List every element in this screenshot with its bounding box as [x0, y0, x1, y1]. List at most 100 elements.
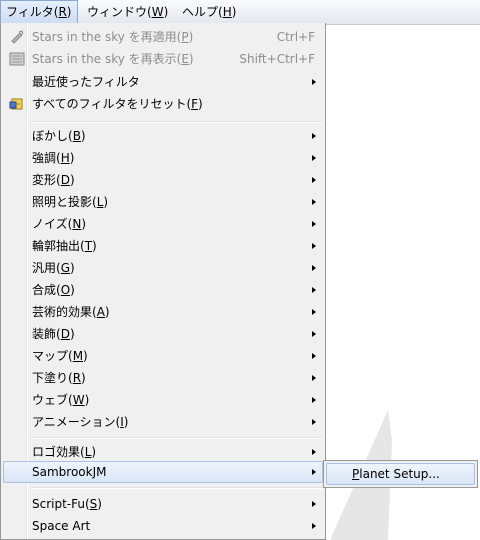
menubar: フィルタ(R) ウィンドウ(W) ヘルプ(H): [0, 0, 480, 25]
menu-item-enhance[interactable]: 強調(H): [3, 147, 323, 169]
animation-tail: ): [123, 415, 129, 429]
reshow-shortcut: Shift+Ctrl+F: [239, 52, 315, 66]
submenu-arrow-icon: [312, 243, 316, 249]
menu-item-map[interactable]: マップ(M): [3, 345, 323, 367]
menu-item-reset-filters[interactable]: すべてのフィルタをリセット(F): [3, 93, 323, 115]
menu-help-label: ヘルプ(: [182, 5, 223, 19]
reapply-tail: ): [188, 30, 194, 44]
reshow-icon: [9, 51, 25, 67]
reapply-shortcut: Ctrl+F: [276, 30, 315, 44]
submenu-arrow-icon: [312, 523, 316, 529]
generic-key: G: [60, 261, 70, 275]
generic-tail: ): [70, 261, 75, 275]
submenu-arrow-icon: [312, 419, 316, 425]
submenu-arrow-icon: [312, 79, 316, 85]
combine-key: O: [60, 283, 71, 297]
reshow-tail: ): [188, 52, 194, 66]
enhance-tail: ): [69, 151, 75, 165]
blur-key: B: [72, 129, 81, 143]
scriptfu-tail: ): [97, 497, 102, 511]
menu-item-noise[interactable]: ノイズ(N): [3, 213, 323, 235]
enhance-label: 強調(: [32, 151, 61, 165]
map-label: マップ(: [32, 349, 73, 363]
menu-help-key: H: [222, 5, 232, 19]
menu-item-edge-detect[interactable]: 輪郭抽出(T): [3, 235, 323, 257]
submenu-arrow-icon: [312, 397, 316, 403]
menu-help-tail: ): [231, 5, 237, 19]
blur-label: ぼかし(: [32, 129, 73, 143]
menu-separator: [31, 487, 323, 489]
menu-item-sambrookjm[interactable]: SambrookJM: [3, 461, 323, 483]
map-key: M: [72, 349, 84, 363]
menu-item-planet-setup[interactable]: Planet Setup...: [326, 463, 475, 485]
menu-windows-tail: ): [163, 5, 169, 19]
render-key: R: [72, 371, 82, 385]
reset-label: すべてのフィルタをリセット(: [32, 97, 192, 111]
recent-filters-label: 最近使ったフィルタ: [32, 75, 140, 89]
enhance-key: H: [60, 151, 70, 165]
menu-filters-tail: ): [66, 5, 72, 19]
submenu-arrow-icon: [312, 221, 316, 227]
menu-item-render[interactable]: 下塗り(R): [3, 367, 323, 389]
planet-label: lanet Setup...: [359, 467, 440, 481]
web-key: W: [72, 393, 85, 407]
menu-item-space-art[interactable]: Space Art: [3, 515, 323, 537]
combine-label: 合成(: [32, 283, 61, 297]
decor-tail: ): [69, 327, 75, 341]
menu-item-reshow[interactable]: Stars in the sky を再表示(E) Shift+Ctrl+F: [3, 48, 323, 70]
edge-key: T: [84, 239, 93, 253]
noise-label: ノイズ(: [32, 217, 73, 231]
noise-tail: ): [81, 217, 86, 231]
generic-label: 汎用(: [32, 261, 61, 275]
menu-separator: [31, 121, 323, 123]
reshow-key: E: [181, 52, 189, 66]
edge-tail: ): [92, 239, 97, 253]
sambrookjm-submenu: Planet Setup...: [323, 460, 478, 488]
menu-item-distorts[interactable]: 変形(D): [3, 169, 323, 191]
sambrookjm-label: SambrookJM: [32, 465, 107, 479]
menu-filters[interactable]: フィルタ(R): [0, 0, 78, 24]
decor-key: D: [60, 327, 70, 341]
menu-item-logo-effects[interactable]: ロゴ効果(L): [3, 441, 323, 463]
scriptfu-label: Script-Fu(: [32, 497, 90, 511]
render-label: 下塗り(: [32, 371, 73, 385]
web-tail: ): [84, 393, 90, 407]
submenu-arrow-icon: [312, 449, 316, 455]
menu-item-combine[interactable]: 合成(O): [3, 279, 323, 301]
reapply-key: P: [181, 30, 189, 44]
menu-windows-label: ウィンドウ(: [87, 5, 152, 19]
menu-windows-key: W: [151, 5, 164, 19]
reshow-label: Stars in the sky を再表示(: [32, 52, 182, 66]
menu-item-blur[interactable]: ぼかし(B): [3, 125, 323, 147]
distort-tail: ): [69, 173, 75, 187]
logo-tail: ): [91, 445, 97, 459]
menu-separator: [31, 437, 323, 439]
menu-filters-key: R: [58, 5, 67, 19]
submenu-arrow-icon: [312, 265, 316, 271]
menu-item-recent-filters[interactable]: 最近使ったフィルタ: [3, 71, 323, 93]
map-tail: ): [83, 349, 88, 363]
menu-item-animation[interactable]: アニメーション(I): [3, 411, 323, 433]
menu-item-light-shadow[interactable]: 照明と投影(L): [3, 191, 323, 213]
spaceart-label: Space Art: [32, 519, 91, 533]
menu-item-artistic[interactable]: 芸術的効果(A): [3, 301, 323, 323]
blur-tail: ): [80, 129, 86, 143]
light-tail: ): [103, 195, 109, 209]
submenu-arrow-icon: [312, 199, 316, 205]
noise-key: N: [72, 217, 82, 231]
distort-key: D: [60, 173, 70, 187]
menu-item-web[interactable]: ウェブ(W): [3, 389, 323, 411]
menu-item-script-fu[interactable]: Script-Fu(S): [3, 493, 323, 515]
reset-key: F: [191, 97, 199, 111]
light-label: 照明と投影(: [32, 195, 97, 209]
submenu-arrow-icon: [312, 133, 316, 139]
animation-label: アニメーション(: [32, 415, 121, 429]
menu-help[interactable]: ヘルプ(H): [177, 0, 241, 24]
menu-item-decor[interactable]: 装飾(D): [3, 323, 323, 345]
reapply-label: Stars in the sky を再適用(: [32, 30, 182, 44]
menu-item-reapply[interactable]: Stars in the sky を再適用(P) Ctrl+F: [3, 26, 323, 48]
submenu-arrow-icon: [312, 309, 316, 315]
reapply-icon: [9, 29, 25, 45]
menu-windows[interactable]: ウィンドウ(W): [82, 0, 173, 24]
menu-item-generic[interactable]: 汎用(G): [3, 257, 323, 279]
